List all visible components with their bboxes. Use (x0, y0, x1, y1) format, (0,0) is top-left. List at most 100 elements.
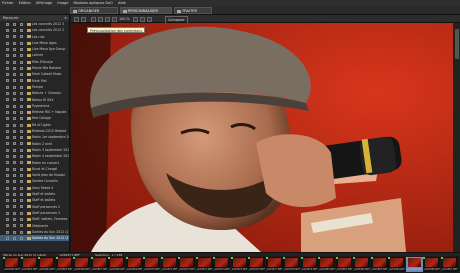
filmstrip-thumbnail[interactable]: _G2P4881.NEF (335, 257, 353, 272)
tab-personnaliser[interactable]: PERSONNALISER (120, 7, 172, 14)
checkbox[interactable] (20, 98, 23, 102)
filmstrip-thumbnail[interactable]: _G2P4876.NEF (248, 257, 265, 272)
checkbox[interactable] (20, 155, 23, 159)
checkbox[interactable] (20, 230, 23, 234)
checkbox[interactable] (20, 29, 23, 33)
checkbox[interactable] (6, 110, 9, 114)
checkbox[interactable] (13, 199, 16, 203)
checkbox[interactable] (13, 218, 16, 221)
fit-icon[interactable] (112, 16, 117, 22)
checkbox[interactable] (20, 142, 23, 146)
checkbox[interactable] (20, 192, 23, 196)
checkbox[interactable] (6, 29, 9, 33)
checkbox[interactable] (20, 47, 23, 51)
checkbox[interactable] (13, 22, 16, 26)
checkbox[interactable] (13, 73, 16, 77)
checkbox[interactable] (13, 186, 16, 190)
compare-view-icon[interactable] (81, 16, 86, 22)
checkbox[interactable] (13, 161, 16, 165)
filmstrip-thumbnail[interactable]: _G2P4862.NEF (3, 257, 20, 272)
checkbox[interactable] (20, 129, 23, 133)
filmstrip-thumbnail[interactable]: _G2P4880.NEF (318, 257, 335, 272)
checkbox[interactable] (13, 230, 16, 234)
filmstrip-thumbnail[interactable]: _G2P4871.NEF (160, 257, 178, 272)
filmstrip-thumbnail[interactable]: _G2P4870.NEF (143, 257, 160, 272)
checkbox[interactable] (13, 92, 16, 96)
menu-file[interactable]: Fichier (0, 1, 15, 5)
filmstrip-thumbnail[interactable]: _G2P4863.NEF (20, 257, 38, 272)
checkbox[interactable] (13, 123, 16, 127)
checkbox[interactable] (6, 192, 9, 196)
checkbox[interactable] (6, 161, 9, 165)
checkbox[interactable] (20, 66, 23, 70)
checkbox[interactable] (20, 180, 23, 184)
folder-item[interactable]: Sorties du Sun 2012 (2 juillet) (0, 235, 69, 242)
checkbox[interactable] (20, 92, 23, 96)
menu-view[interactable]: Affichage (34, 1, 54, 5)
checkbox[interactable] (13, 148, 16, 152)
filmstrip-thumbnail[interactable]: _G2P4864.NEF (38, 257, 55, 272)
checkbox[interactable] (6, 205, 9, 209)
checkbox[interactable] (13, 205, 16, 209)
checkbox[interactable] (6, 35, 9, 39)
filmstrip-thumbnail[interactable]: _G2P4887.NEF (440, 257, 458, 272)
checkbox[interactable] (20, 205, 23, 209)
checkbox[interactable] (13, 104, 16, 108)
checkbox[interactable] (20, 218, 23, 221)
checkbox[interactable] (13, 85, 16, 89)
filmstrip-thumbnail[interactable]: _G2P4865.NEF (55, 257, 73, 272)
checkbox[interactable] (13, 129, 16, 133)
menu-help[interactable]: Aide (116, 1, 128, 5)
checkbox[interactable] (13, 142, 16, 146)
checkbox[interactable] (13, 117, 16, 121)
checkbox[interactable] (20, 236, 23, 240)
checkbox[interactable] (6, 148, 9, 152)
checkbox[interactable] (13, 224, 16, 228)
filmstrip-thumbnail[interactable]: _G2P4869.NEF (125, 257, 143, 272)
checkbox[interactable] (20, 224, 23, 228)
checkbox[interactable] (6, 41, 9, 45)
hand-icon[interactable] (133, 16, 138, 22)
checkbox[interactable] (13, 79, 16, 83)
checkbox[interactable] (6, 136, 9, 140)
image-viewer[interactable] (71, 23, 453, 252)
checkbox[interactable] (20, 73, 23, 77)
checkbox[interactable] (20, 54, 23, 58)
checkbox[interactable] (13, 211, 16, 215)
tab-traiter[interactable]: TRAITER (174, 7, 212, 14)
checkbox[interactable] (6, 73, 9, 77)
checkbox[interactable] (13, 35, 16, 39)
checkbox[interactable] (20, 104, 23, 108)
checkbox[interactable] (6, 142, 9, 146)
filmstrip-thumbnail[interactable]: _G2P4877.NEF (265, 257, 283, 272)
checkbox[interactable] (6, 167, 9, 171)
checkbox[interactable] (13, 60, 16, 64)
menu-image[interactable]: Image (55, 1, 70, 5)
checkbox[interactable] (20, 136, 23, 140)
checkbox[interactable] (6, 60, 9, 64)
checkbox[interactable] (13, 155, 16, 159)
checkbox[interactable] (13, 110, 16, 114)
single-view-icon[interactable] (74, 16, 79, 22)
checkbox[interactable] (6, 224, 9, 228)
checkbox[interactable] (13, 192, 16, 196)
filmstrip-thumbnail[interactable]: _G2P4872.NEF (178, 257, 195, 272)
checkbox[interactable] (20, 110, 23, 114)
checkbox[interactable] (6, 123, 9, 127)
checkbox[interactable] (20, 161, 23, 165)
checkbox[interactable] (13, 66, 16, 70)
checkbox[interactable] (6, 79, 9, 83)
checkbox[interactable] (13, 167, 16, 171)
checkbox[interactable] (20, 211, 23, 215)
checkbox[interactable] (13, 41, 16, 45)
checkbox[interactable] (13, 173, 16, 177)
checkbox[interactable] (13, 236, 16, 240)
checkbox[interactable] (20, 173, 23, 177)
checkbox[interactable] (13, 47, 16, 51)
checkbox[interactable] (6, 98, 9, 102)
checkbox[interactable] (20, 167, 23, 171)
filmstrip-thumbnail[interactable]: _G2P4878.NEF (283, 257, 300, 272)
filmstrip-thumbnail[interactable]: _G2P4882.NEF (353, 257, 370, 272)
filmstrip-thumbnail[interactable]: _G2P4883.NEF (370, 257, 388, 272)
filmstrip-thumbnail[interactable]: _G2P4866.NEF (73, 257, 90, 272)
